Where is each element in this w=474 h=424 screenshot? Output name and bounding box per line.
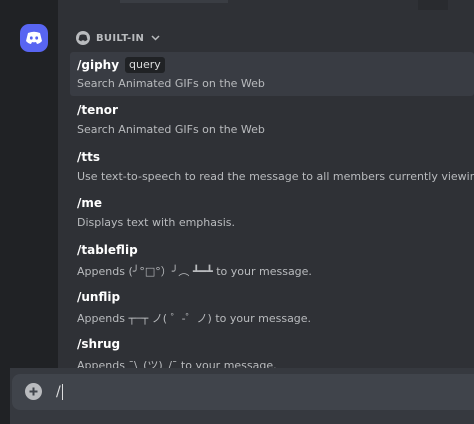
command-description: Search Animated GIFs on the Web — [77, 123, 265, 136]
command-name: /tts — [77, 150, 100, 164]
faded-element — [418, 0, 448, 10]
messages-background — [58, 0, 474, 10]
input-text: / — [56, 384, 61, 400]
server-list — [10, 0, 58, 368]
command-description: Search Animated GIFs on the Web — [77, 77, 265, 90]
command-item-tenor[interactable]: /tenor Search Animated GIFs on the Web — [70, 98, 474, 142]
faded-message — [120, 0, 228, 3]
command-name: /tableflip — [77, 243, 138, 257]
add-circle-icon[interactable] — [25, 383, 42, 400]
message-input[interactable]: / — [56, 383, 63, 401]
chevron-down-icon[interactable] — [151, 33, 161, 43]
command-item-giphy[interactable]: /giphy query Search Animated GIFs on the… — [70, 52, 474, 96]
command-description: Displays text with emphasis. — [77, 216, 236, 229]
command-item-tts[interactable]: /tts Use text-to-speech to read the mess… — [70, 145, 474, 189]
section-label: BUILT-IN — [96, 32, 145, 44]
command-description: Use text-to-speech to read the message t… — [77, 170, 474, 183]
command-description: Appends (╯°□°）╯︵ ┻━┻ to your message. — [77, 265, 312, 278]
command-item-me[interactable]: /me Displays text with emphasis. — [70, 191, 474, 235]
command-item-tableflip[interactable]: /tableflip Appends (╯°□°）╯︵ ┻━┻ to your … — [70, 238, 474, 282]
left-edge — [0, 0, 10, 424]
command-name: /unflip — [77, 290, 121, 304]
message-composer[interactable]: / — [12, 374, 474, 410]
command-name: /giphy — [77, 58, 120, 72]
command-item-unflip[interactable]: /unflip Appends ┬─┬ ノ( ゜-゜ノ) to your mes… — [70, 285, 474, 329]
command-autocomplete: BUILT-IN /giphy query Search Animated GI… — [58, 10, 474, 368]
discord-mini-icon — [76, 31, 90, 45]
section-header[interactable]: BUILT-IN — [76, 30, 161, 46]
command-description: Appends ¯\_(ツ)_/¯ to your message. — [77, 359, 277, 368]
command-item-shrug[interactable]: /shrug Appends ¯\_(ツ)_/¯ to your message… — [70, 332, 474, 368]
discord-logo-icon[interactable] — [20, 24, 48, 52]
command-name: /shrug — [77, 337, 121, 351]
command-description: Appends ┬─┬ ノ( ゜-゜ノ) to your message. — [77, 312, 312, 325]
command-name: /me — [77, 196, 103, 210]
text-caret — [61, 384, 63, 400]
command-option: query — [125, 57, 165, 73]
command-name: /tenor — [77, 103, 118, 117]
